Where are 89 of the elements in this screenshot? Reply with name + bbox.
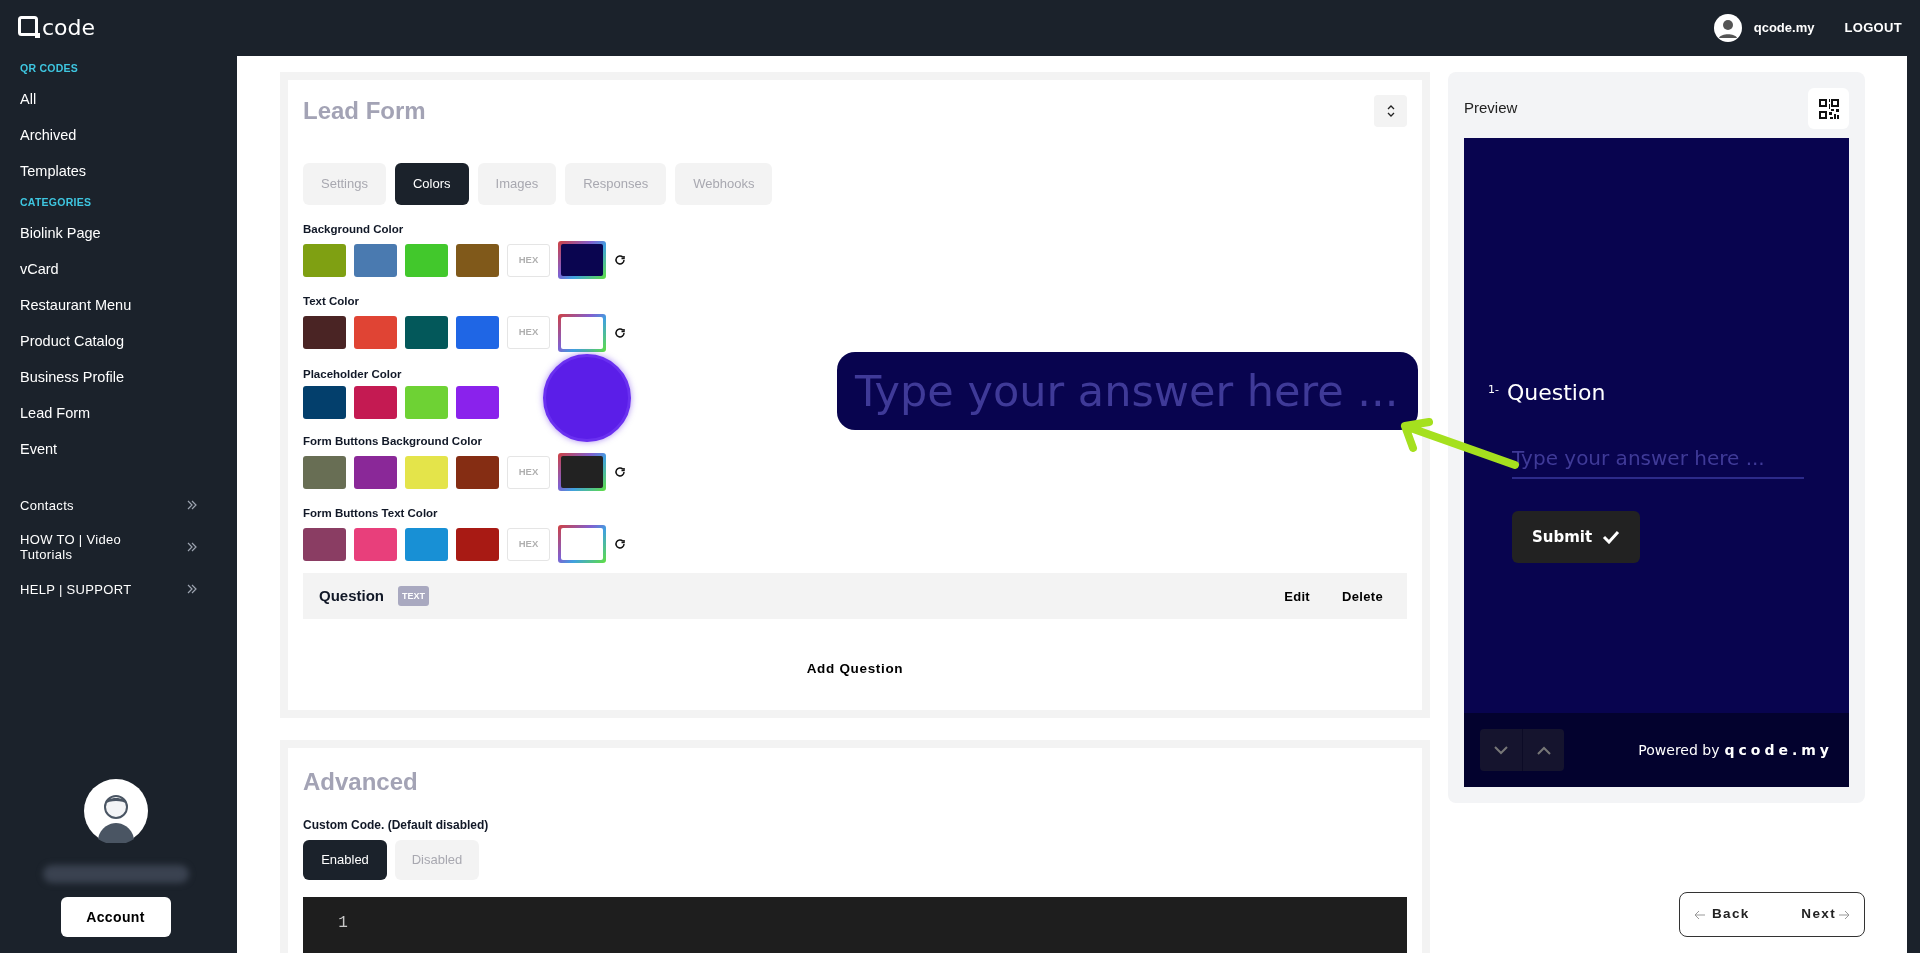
color-swatch[interactable] [303, 385, 346, 419]
double-chevron-icon [187, 500, 197, 510]
double-chevron-icon [187, 542, 197, 552]
sidebar-item[interactable]: Archived [20, 118, 77, 154]
chevron-up-icon [1536, 745, 1551, 755]
sidebar-item[interactable]: Lead Form [20, 396, 91, 432]
color-swatch[interactable] [303, 243, 346, 277]
delete-button[interactable]: Delete [1342, 586, 1383, 606]
sidebar-item[interactable]: All [20, 82, 37, 118]
color-swatch[interactable] [354, 316, 397, 349]
qr-code-button[interactable] [1808, 88, 1849, 129]
color-label: Text Color [303, 294, 360, 310]
color-picker[interactable] [558, 525, 606, 564]
answer-field[interactable]: Type your answer here ... [1512, 439, 1804, 479]
sidebar-link[interactable]: HOW TO | Video Tutorials [20, 532, 140, 562]
magnified-answer-field: Type your answer here ... [837, 352, 1418, 430]
color-swatch[interactable] [405, 385, 448, 419]
sidebar-item[interactable]: Event [20, 432, 58, 468]
account-button[interactable]: Account [60, 897, 171, 937]
tab[interactable]: Colors [395, 163, 469, 205]
question-text: Question [1506, 379, 1606, 407]
code-editor[interactable]: 1 [303, 897, 1407, 953]
logo-text: code [42, 17, 96, 39]
color-picker[interactable] [558, 453, 606, 491]
sidebar-item[interactable]: vCard [20, 252, 59, 288]
color-picker[interactable] [558, 313, 606, 352]
color-swatch[interactable] [405, 316, 448, 349]
type-badge: TEXT [398, 586, 430, 607]
add-question-button[interactable]: Add Question [806, 659, 904, 680]
double-chevron-icon [187, 584, 197, 594]
sidebar-link[interactable]: HELP | SUPPORT [20, 581, 140, 597]
color-swatch[interactable] [405, 455, 448, 489]
sidebar-item[interactable]: Biolink Page [20, 216, 101, 252]
edit-button[interactable]: Edit [1284, 586, 1310, 606]
logo-icon [18, 16, 40, 40]
arrow-right-icon [1838, 909, 1850, 920]
color-label: Placeholder Color [303, 366, 403, 382]
back-button[interactable]: Back [1694, 904, 1750, 925]
question-number: 1- [1488, 382, 1499, 398]
color-swatch[interactable] [354, 455, 397, 489]
sidebar-link[interactable]: Contacts [20, 497, 140, 513]
sidebar-item[interactable]: Business Profile [20, 360, 124, 396]
color-swatch[interactable] [354, 385, 397, 419]
username: qcode.my [1753, 19, 1815, 38]
card-title: Lead Form [303, 96, 426, 126]
avatar-icon [1713, 14, 1742, 42]
refresh-icon[interactable] [614, 326, 626, 339]
collapse-button[interactable] [1374, 95, 1407, 127]
color-swatch[interactable] [354, 243, 397, 277]
question-title: Question [319, 586, 384, 606]
color-picker[interactable] [558, 241, 606, 280]
section-heading: CATEGORIES [20, 195, 93, 211]
next-button[interactable]: Next [1801, 904, 1850, 925]
powered-by-text: Powered by [1638, 740, 1720, 760]
sidebar-item[interactable]: Restaurant Menu [20, 288, 132, 324]
color-swatch[interactable] [354, 527, 397, 561]
refresh-icon[interactable] [614, 466, 626, 478]
panel-title: Preview [1464, 98, 1518, 119]
color-swatch[interactable] [405, 243, 448, 277]
line-number: 1 [338, 913, 348, 934]
user-avatar-icon [83, 779, 148, 843]
brand-link[interactable]: qcode.my [1724, 739, 1833, 761]
sidebar-item[interactable]: Product Catalog [20, 324, 124, 360]
field-label: Custom Code. (Default disabled) [303, 817, 490, 834]
color-label: Form Buttons Background Color [303, 433, 483, 449]
refresh-icon[interactable] [614, 538, 626, 551]
color-label: Form Buttons Text Color [303, 506, 439, 521]
color-swatch[interactable] [303, 455, 346, 489]
color-swatch[interactable] [405, 527, 448, 561]
check-icon [1602, 530, 1621, 544]
color-swatch[interactable] [456, 385, 499, 419]
logout-button[interactable]: LOGOUT [1844, 18, 1902, 38]
color-swatch[interactable] [456, 316, 499, 349]
toggle-option[interactable]: Enabled [303, 840, 387, 880]
refresh-icon[interactable] [614, 254, 626, 267]
arrow-left-icon [1694, 909, 1706, 920]
color-swatch[interactable] [456, 455, 499, 489]
section-heading: QR CODES [20, 61, 80, 77]
qr-code-icon [1818, 98, 1839, 119]
sidebar-item[interactable]: Templates [20, 154, 87, 190]
color-swatch[interactable] [303, 527, 346, 561]
submit-button[interactable]: Submit [1512, 511, 1640, 563]
color-label: Background Color [303, 222, 405, 237]
color-swatch[interactable] [303, 316, 346, 349]
card-title: Advanced [303, 767, 419, 797]
color-swatch[interactable] [456, 243, 499, 277]
sort-icon [1386, 105, 1395, 117]
chevron-down-icon [1494, 745, 1508, 755]
color-swatch[interactable] [456, 527, 499, 561]
